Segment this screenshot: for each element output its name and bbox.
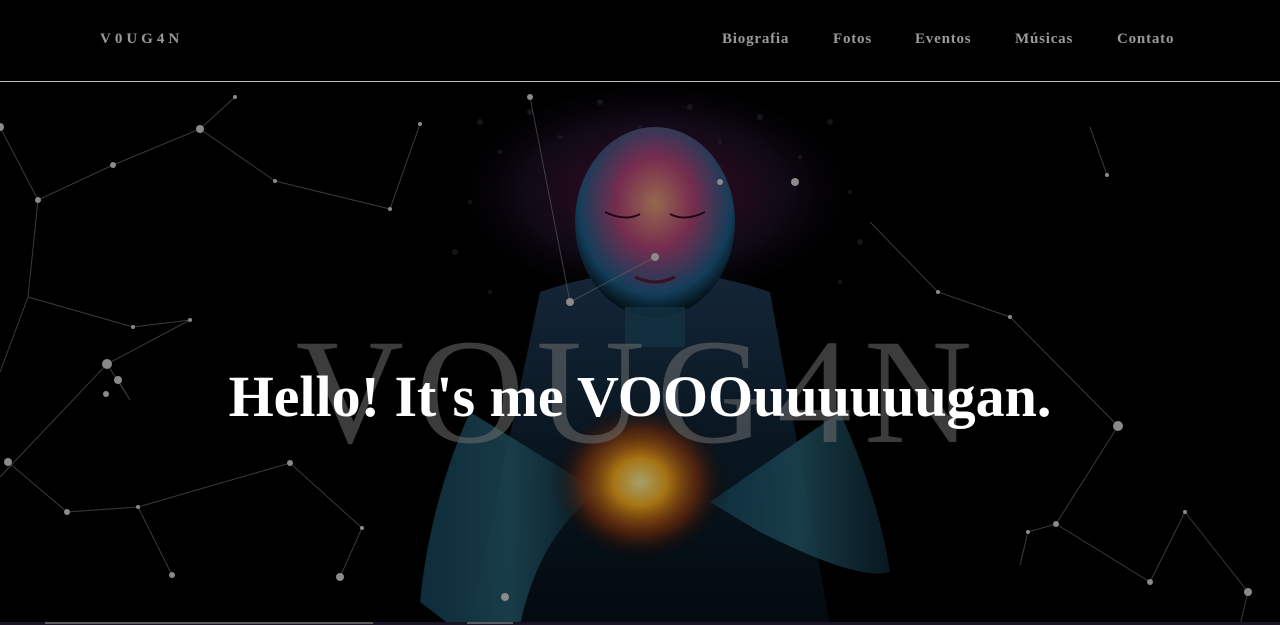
nav-link-fotos[interactable]: Fotos <box>833 31 872 48</box>
hero-title: Hello! It's me VOOOuuuuuugan. <box>228 364 1052 429</box>
page: V0UG4N Biografia Fotos Eventos Músicas C… <box>0 0 1280 625</box>
nav-link-biografia[interactable]: Biografia <box>722 31 789 48</box>
nav-link-contato[interactable]: Contato <box>1117 31 1174 48</box>
bottom-strip-segment <box>45 622 373 624</box>
top-navbar: V0UG4N Biografia Fotos Eventos Músicas C… <box>0 0 1280 82</box>
bottom-strip-segment <box>467 622 513 624</box>
hero-background-art: VOUG4N <box>0 82 1280 625</box>
hero-section: VOUG4N Hello! It's me VOOOuuuuuugan. <box>0 82 1280 625</box>
nav-links: Biografia Fotos Eventos Músicas Contato <box>0 31 1280 51</box>
nav-link-musicas[interactable]: Músicas <box>1015 31 1073 48</box>
nav-link-eventos[interactable]: Eventos <box>915 31 971 48</box>
